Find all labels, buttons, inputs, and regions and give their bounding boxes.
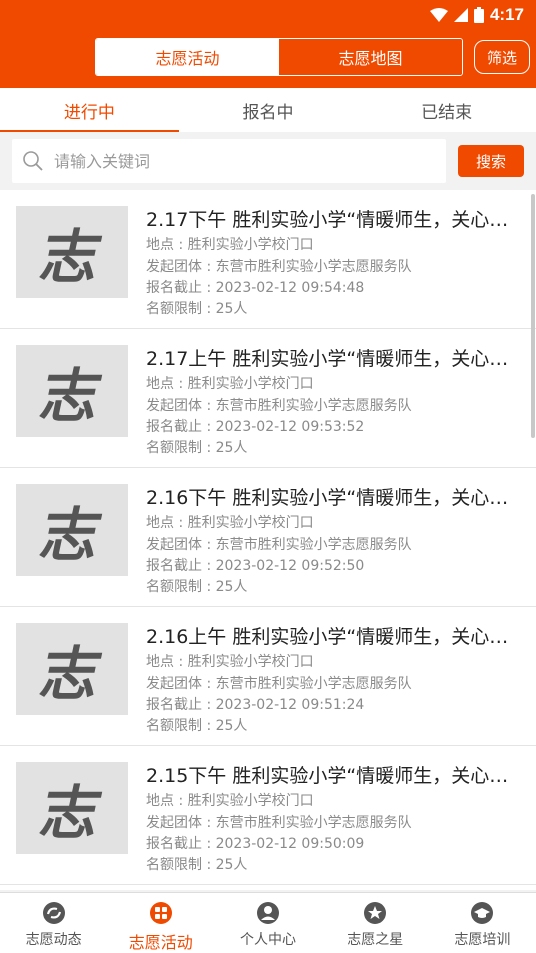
search-input[interactable]: [52, 150, 416, 172]
activity-thumbnail: 志: [16, 206, 128, 298]
status-bar: 4:17: [429, 4, 524, 26]
activity-thumbnail: 志: [16, 484, 128, 576]
activity-quota: 名额限制 : 25人: [146, 579, 248, 595]
activity-deadline: 报名截止 : 2023-02-12 09:52:50: [146, 558, 365, 574]
signal-icon: [453, 8, 468, 22]
segment-tab-map[interactable]: 志愿地图: [279, 39, 462, 75]
volunteer-logo-glyph: 志: [34, 779, 108, 847]
bottom-navigation: 志愿动态 志愿活动 个人中心 志愿之星 志愿培训: [0, 892, 536, 953]
nav-item-profile[interactable]: 个人中心: [214, 893, 321, 953]
activity-title: 2.16下午 胜利实验小学“情暖师生，关心身边的人”: [146, 487, 518, 509]
activity-title: 2.17上午 胜利实验小学“情暖师生，关心身边的人”: [146, 348, 518, 370]
cap-icon: [471, 902, 494, 924]
user-icon: [257, 902, 279, 924]
nav-label: 志愿活动: [128, 933, 193, 952]
app-header: 4:17 志愿活动 志愿地图 筛选: [0, 0, 536, 88]
activity-organizer: 发起团体 : 东营市胜利实验小学志愿服务队: [146, 815, 412, 831]
activity-organizer: 发起团体 : 东营市胜利实验小学志愿服务队: [146, 259, 412, 275]
volunteer-logo-glyph: 志: [34, 223, 108, 291]
search-button[interactable]: 搜索: [458, 145, 524, 177]
activity-location: 地点 : 胜利实验小学校门口: [146, 237, 314, 253]
activity-organizer: 发起团体 : 东营市胜利实验小学志愿服务队: [146, 676, 412, 692]
volunteer-logo-glyph: 志: [34, 501, 108, 569]
nav-label: 志愿培训: [454, 932, 511, 948]
activity-thumbnail: 志: [16, 345, 128, 437]
activity-deadline: 报名截止 : 2023-02-12 09:50:09: [146, 836, 365, 852]
tab-registering[interactable]: 报名中: [179, 88, 358, 132]
activity-title: 2.16上午 胜利实验小学“情暖师生，关心身边的人”: [146, 626, 518, 648]
activity-location: 地点 : 胜利实验小学校门口: [146, 654, 314, 670]
nav-item-stars[interactable]: 志愿之星: [322, 893, 429, 953]
status-time: 4:17: [489, 5, 524, 24]
filter-button[interactable]: 筛选: [474, 40, 530, 74]
nav-item-news[interactable]: 志愿动态: [0, 893, 107, 953]
status-tabs: 进行中 报名中 已结束: [0, 88, 536, 132]
volunteer-logo-glyph: 志: [34, 640, 108, 708]
activity-location: 地点 : 胜利实验小学校门口: [146, 515, 314, 531]
list-item[interactable]: 志 2.16下午 胜利实验小学“情暖师生，关心身边的人” 地点 : 胜利实验小学…: [0, 468, 536, 607]
activity-thumbnail: 志: [16, 762, 128, 854]
nav-label: 志愿之星: [347, 932, 404, 948]
segment-control: 志愿活动 志愿地图: [95, 38, 463, 76]
tab-ended[interactable]: 已结束: [357, 88, 536, 132]
activity-quota: 名额限制 : 25人: [146, 301, 248, 317]
activity-location: 地点 : 胜利实验小学校门口: [146, 793, 314, 809]
list-item[interactable]: 志 2.15下午 胜利实验小学“情暖师生，关心身边的人” 地点 : 胜利实验小学…: [0, 746, 536, 885]
activity-title: 2.17下午 胜利实验小学“情暖师生，关心身边的人”: [146, 209, 518, 231]
refresh-icon: [42, 902, 65, 924]
battery-icon: [473, 7, 484, 23]
activity-thumbnail: 志: [16, 623, 128, 715]
star-icon: [364, 902, 387, 924]
list-item[interactable]: 志 2.17下午 胜利实验小学“情暖师生，关心身边的人” 地点 : 胜利实验小学…: [0, 190, 536, 329]
activity-organizer: 发起团体 : 东营市胜利实验小学志愿服务队: [146, 398, 412, 414]
segment-tab-activities[interactable]: 志愿活动: [96, 39, 279, 75]
grid-icon: [149, 902, 172, 924]
search-icon: [23, 151, 43, 171]
activity-quota: 名额限制 : 25人: [146, 440, 248, 456]
activity-quota: 名额限制 : 25人: [146, 857, 248, 873]
scrollbar[interactable]: [531, 194, 535, 438]
activity-deadline: 报名截止 : 2023-02-12 09:53:52: [146, 419, 365, 435]
wifi-icon: [429, 8, 448, 22]
activity-quota: 名额限制 : 25人: [146, 718, 248, 734]
nav-item-activities[interactable]: 志愿活动: [107, 893, 214, 953]
search-bar: 搜索: [0, 132, 536, 188]
volunteer-logo-glyph: 志: [34, 362, 108, 430]
activity-title: 2.15下午 胜利实验小学“情暖师生，关心身边的人”: [146, 765, 518, 787]
list-item[interactable]: 志 2.16上午 胜利实验小学“情暖师生，关心身边的人” 地点 : 胜利实验小学…: [0, 607, 536, 746]
nav-label: 个人中心: [240, 932, 296, 948]
nav-label: 志愿动态: [25, 932, 82, 948]
activity-deadline: 报名截止 : 2023-02-12 09:51:24: [146, 697, 365, 713]
nav-item-training[interactable]: 志愿培训: [429, 893, 536, 953]
activity-deadline: 报名截止 : 2023-02-12 09:54:48: [146, 280, 365, 296]
tab-ongoing[interactable]: 进行中: [0, 88, 179, 132]
search-box: [12, 139, 446, 183]
activity-list: 志 2.17下午 胜利实验小学“情暖师生，关心身边的人” 地点 : 胜利实验小学…: [0, 190, 536, 890]
list-item[interactable]: 志 2.17上午 胜利实验小学“情暖师生，关心身边的人” 地点 : 胜利实验小学…: [0, 329, 536, 468]
activity-organizer: 发起团体 : 东营市胜利实验小学志愿服务队: [146, 537, 412, 553]
activity-location: 地点 : 胜利实验小学校门口: [146, 376, 314, 392]
